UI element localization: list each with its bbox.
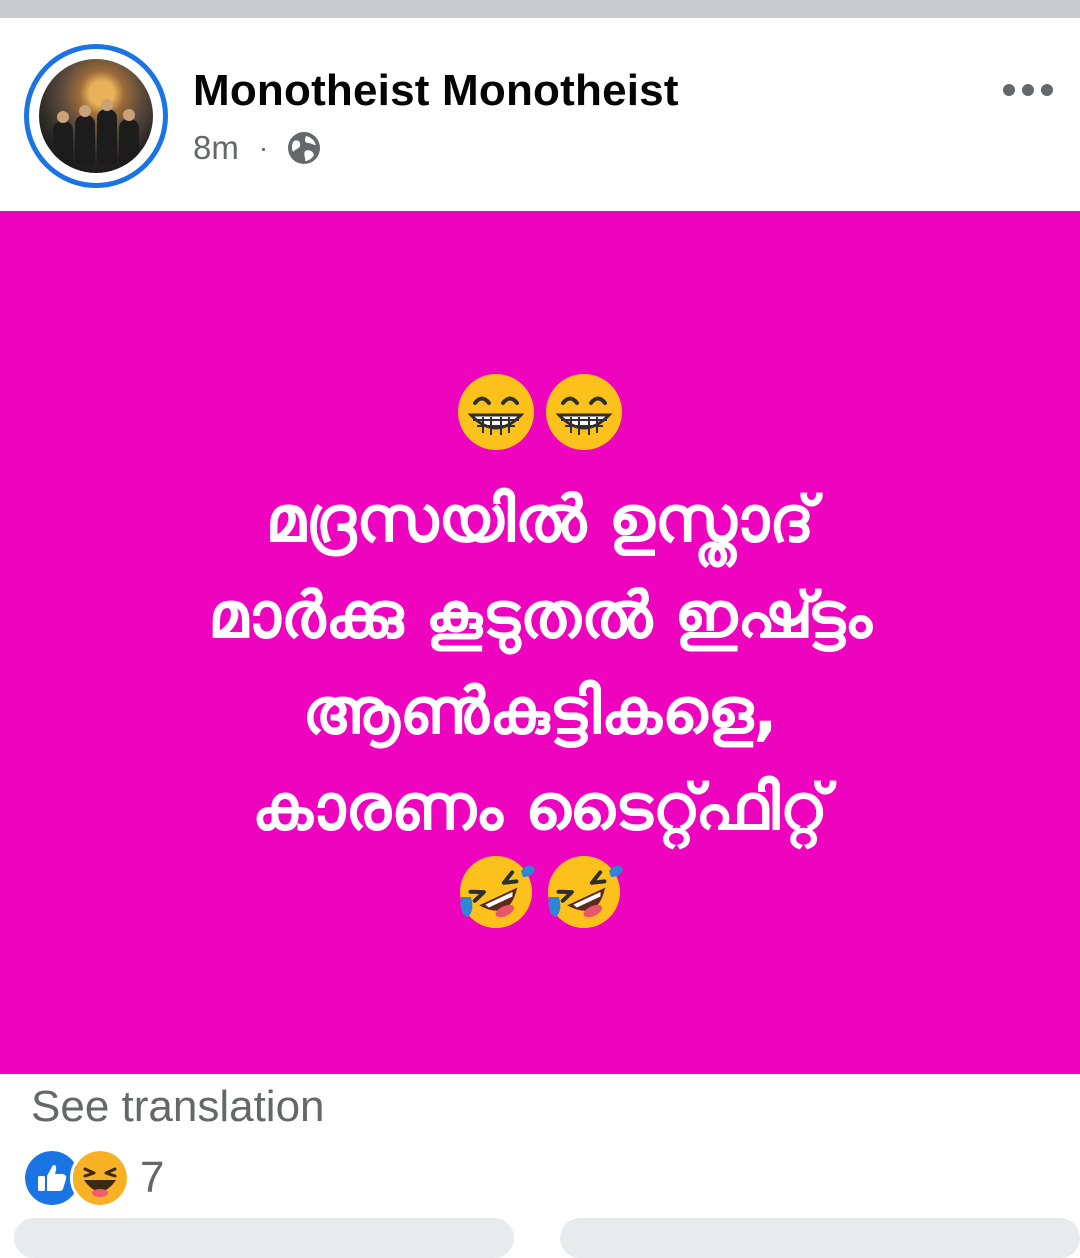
globe-icon[interactable] <box>286 130 322 166</box>
top-emoji-row <box>0 371 1080 453</box>
author-name[interactable]: Monotheist Monotheist <box>193 66 679 116</box>
grinning-face-icon <box>546 374 622 450</box>
reaction-count: 7 <box>140 1153 165 1202</box>
more-options-icon[interactable] <box>1000 80 1056 100</box>
meta-separator: · <box>258 132 269 163</box>
post-text-line: കാരണം ടൈറ്റ്ഫിറ്റ് <box>251 771 829 845</box>
reaction-summary[interactable]: 7 <box>22 1148 165 1208</box>
bottom-emoji-row <box>0 851 1080 933</box>
top-divider <box>0 0 1080 18</box>
post-timestamp[interactable]: 8m <box>193 129 239 167</box>
post-text-line: മദ്രസയിൽ ഉസ്താദ് <box>265 483 815 557</box>
post-meta: 8m · <box>193 128 322 168</box>
post-text-line: ആൺകുട്ടികളെ, <box>302 675 778 749</box>
action-button[interactable] <box>560 1218 1080 1258</box>
action-button[interactable] <box>14 1218 514 1258</box>
post-text-line: മാർക്കു കൂടുതൽ ഇഷ്ട്ടം <box>208 579 872 653</box>
grinning-face-icon <box>458 374 534 450</box>
see-translation-link[interactable]: See translation <box>31 1082 325 1132</box>
haha-icon <box>70 1148 130 1208</box>
post-text: മദ്രസയിൽ ഉസ്താദ് മാർക്കു കൂടുതൽ ഇഷ്ട്ടം … <box>40 472 1040 856</box>
rolling-laughing-icon <box>548 856 623 928</box>
rolling-laughing-icon <box>460 856 535 928</box>
avatar-image <box>39 59 153 173</box>
author-avatar[interactable] <box>24 44 168 188</box>
